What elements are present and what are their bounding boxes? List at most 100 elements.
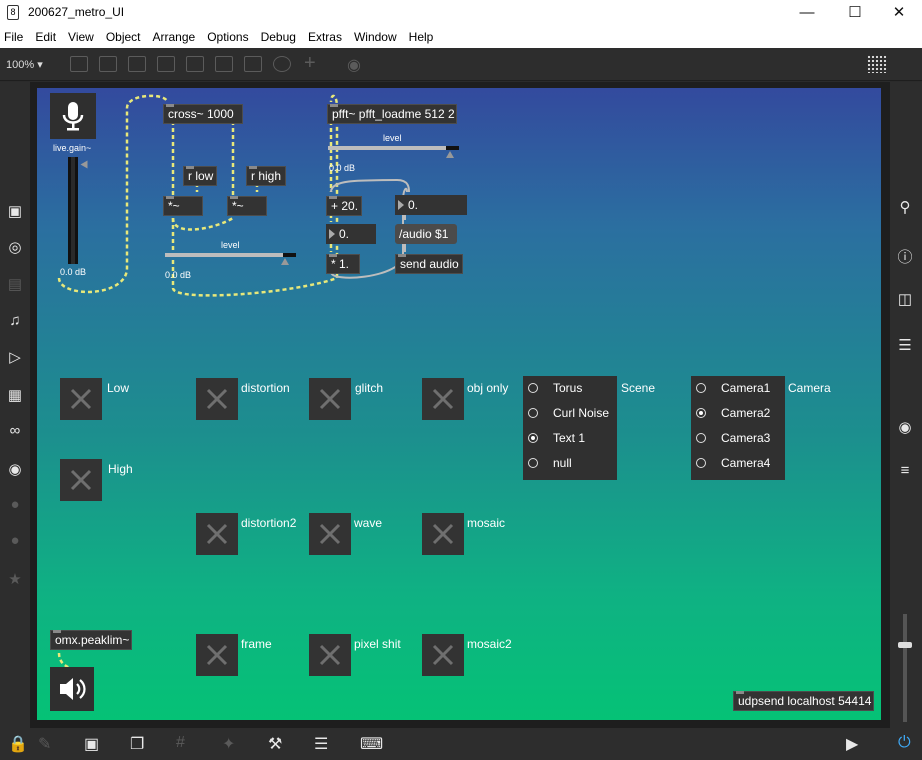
star-icon[interactable]: ★ [0,570,30,588]
toggle-mosaic2[interactable] [422,634,464,676]
piano-icon[interactable]: ☰ [314,734,328,754]
menu-window[interactable]: Window [348,26,403,48]
receive-low-object[interactable]: r low [183,166,217,186]
help-circle-icon[interactable]: ● [0,532,30,549]
patcher-canvas[interactable]: live.gain~ 0.0 dB cross~ 1000 r low r hi… [37,88,881,720]
plug-icon[interactable]: ◉ [0,460,30,478]
camera-option[interactable]: Camera1 [691,376,785,401]
camera-option[interactable]: Camera3 [691,426,785,451]
new-number-icon[interactable] [215,56,233,72]
menu-view[interactable]: View [62,26,100,48]
level-slider-2-handle[interactable] [446,151,454,158]
paint-bucket-icon[interactable]: ◉ [347,55,361,75]
pfft-object[interactable]: pfft~ pfft_loadme 512 2 [327,104,457,124]
close-button[interactable]: ✕ [876,0,922,26]
presentation-icon[interactable]: ▣ [84,734,99,754]
new-toggle-icon[interactable] [157,56,175,72]
omx-peaklim-object[interactable]: omx.peaklim~ [50,630,132,650]
camera-option[interactable]: Camera2 [691,401,785,426]
wand-icon[interactable]: ✦ [222,734,235,754]
panels-icon[interactable]: ◫ [890,290,920,308]
play-dial-icon[interactable]: ▶ [846,734,858,754]
scene-option[interactable]: Curl Noise [523,401,617,426]
live-gain-meter[interactable] [68,157,78,264]
radio-icon[interactable] [696,433,706,443]
radio-selected-icon[interactable] [696,408,706,418]
toggle-low[interactable] [60,378,102,420]
radio-icon[interactable] [696,458,706,468]
send-audio-object[interactable]: send audio [395,254,463,274]
power-icon[interactable]: ⏻ [898,734,911,752]
zoom-dropdown[interactable]: 100% ▾ [6,58,43,71]
toggle-frame[interactable] [196,634,238,676]
search-icon[interactable]: ⚲ [890,198,920,216]
new-dial-icon[interactable] [273,56,291,72]
toggle-high[interactable] [60,459,102,501]
scene-option[interactable]: Text 1 [523,426,617,451]
mixer-icon[interactable]: ≡ [890,462,920,479]
new-object-icon[interactable] [70,56,88,72]
minimize-button[interactable]: — [784,0,830,26]
radio-icon[interactable] [696,383,706,393]
scene-option[interactable]: Torus [523,376,617,401]
menu-debug[interactable]: Debug [255,26,302,48]
toggle-mosaic[interactable] [422,513,464,555]
volume-meter[interactable] [898,614,912,722]
grid-snap-icon[interactable]: # [176,734,185,752]
audio-message[interactable]: /audio $1 [395,224,457,244]
windows-icon[interactable]: ❐ [130,734,144,754]
level-slider-2[interactable] [328,146,459,150]
keyboard-input-icon[interactable]: ⌨ [360,734,383,754]
wrench-icon[interactable]: ⚒ [268,734,282,754]
menu-file[interactable]: File [0,26,29,48]
live-gain-handle[interactable] [80,160,88,169]
number-box-2[interactable]: 0. [395,195,467,215]
plus-20-object[interactable]: + 20. [326,196,362,216]
edit-icon[interactable]: ✎ [38,734,51,754]
grid-icon[interactable] [867,55,887,73]
radio-icon[interactable] [528,408,538,418]
keyboard-icon[interactable]: ▤ [0,275,30,293]
adc-microphone-icon[interactable] [50,93,96,139]
level-slider-1-handle[interactable] [281,258,289,265]
lock-icon[interactable]: 🔒 [8,734,28,754]
info-icon[interactable]: ⓘ [890,246,920,267]
udpsend-object[interactable]: udpsend localhost 54414 [733,691,874,711]
multiply-object[interactable]: * 1. [326,254,360,274]
paperclip-icon[interactable]: ∞ [0,422,30,439]
receive-high-object[interactable]: r high [246,166,286,186]
image-icon[interactable]: ▦ [0,386,30,404]
radio-selected-icon[interactable] [528,433,538,443]
menu-extras[interactable]: Extras [302,26,348,48]
radio-icon[interactable] [528,458,538,468]
maximize-button[interactable]: ☐ [832,0,878,26]
number-box-1[interactable]: 0. [326,224,376,244]
snapshot-icon[interactable]: ◉ [890,418,920,436]
toggle-obj-only[interactable] [422,378,464,420]
cross-object[interactable]: cross~ 1000 [163,104,243,124]
toggle-distortion2[interactable] [196,513,238,555]
toggle-glitch[interactable] [309,378,351,420]
music-note-icon[interactable]: ♫ [0,312,30,329]
toggle-pixel-shit[interactable] [309,634,351,676]
scene-option[interactable]: null [523,451,617,476]
vimeo-icon[interactable]: ● [0,496,30,513]
menu-options[interactable]: Options [201,26,254,48]
menu-arrange[interactable]: Arrange [147,26,202,48]
new-comment-icon[interactable] [128,56,146,72]
menu-help[interactable]: Help [403,26,440,48]
camera-option[interactable]: Camera4 [691,451,785,476]
new-message-icon[interactable] [99,56,117,72]
new-slider-icon[interactable] [244,56,262,72]
toggle-wave[interactable] [309,513,351,555]
dac-speaker-icon[interactable] [50,667,94,711]
multiply-signal-high-object[interactable]: *~ [227,196,267,216]
menu-edit[interactable]: Edit [29,26,62,48]
target-icon[interactable]: ◎ [0,238,30,256]
menu-object[interactable]: Object [100,26,147,48]
new-button-icon[interactable] [186,56,204,72]
package-icon[interactable]: ▣ [0,202,30,220]
radio-icon[interactable] [528,383,538,393]
level-slider-1[interactable] [165,253,296,257]
list-icon[interactable]: ☰ [890,336,920,354]
